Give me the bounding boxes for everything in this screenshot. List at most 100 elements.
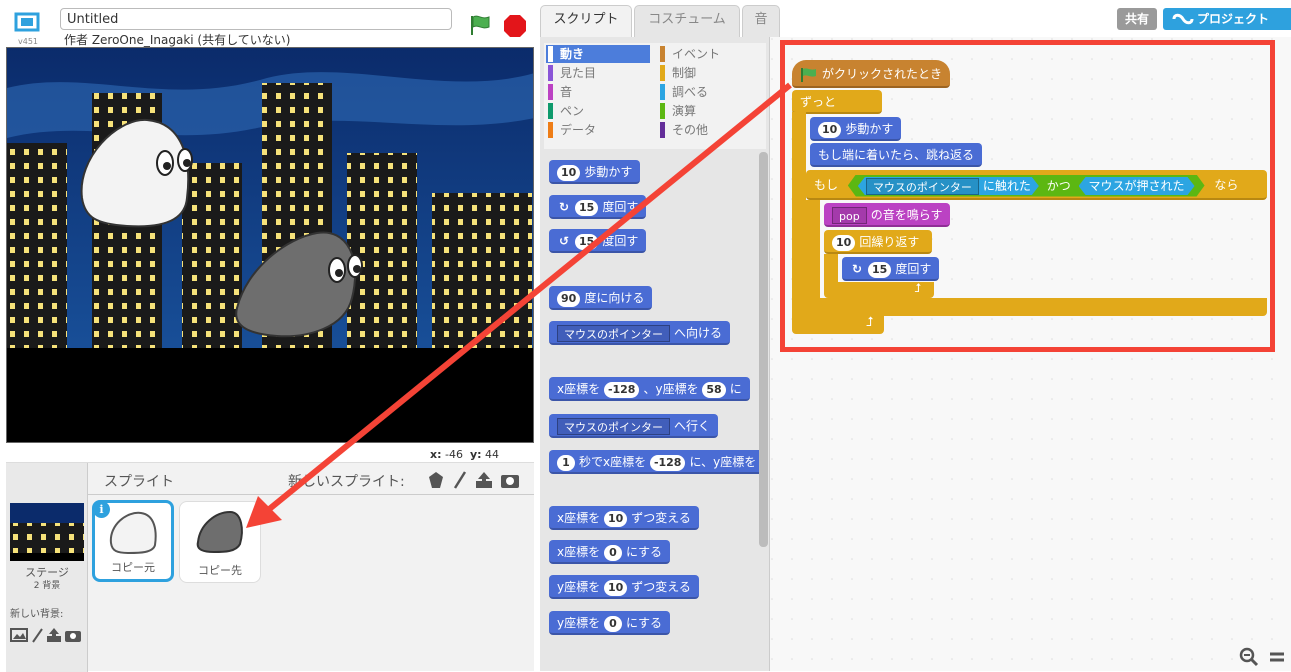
new-sprite-label: 新しいスプライト: bbox=[288, 474, 405, 490]
see-project-page-button[interactable]: プロジェクト bbox=[1163, 8, 1291, 30]
green-flag-icon[interactable] bbox=[468, 14, 492, 36]
backdrop-count: 2 背景 bbox=[33, 581, 61, 591]
x-label: x: bbox=[430, 448, 442, 461]
block-text: y座標を bbox=[557, 616, 601, 630]
share-button[interactable]: 共有 bbox=[1117, 8, 1157, 30]
stage[interactable] bbox=[6, 47, 534, 443]
category-more-blocks[interactable]: その他 bbox=[658, 121, 762, 139]
author-label: 作者 ZeroOne_Inagaki (共有していない) bbox=[64, 33, 291, 47]
block-text: に bbox=[729, 382, 742, 396]
tab-sounds[interactable]: 音 bbox=[742, 5, 780, 37]
remix-icon bbox=[1172, 13, 1194, 25]
rotate-left-icon: ↺ bbox=[558, 234, 570, 248]
category-data[interactable]: データ bbox=[546, 121, 650, 139]
tab-scripts[interactable]: スクリプト bbox=[540, 5, 632, 37]
block-text: x座標を bbox=[557, 511, 601, 525]
category-operators[interactable]: 演算 bbox=[658, 102, 762, 120]
category-motion[interactable]: 動き bbox=[546, 45, 650, 63]
sprite-thumbnail-copy-source[interactable]: i コピー元 bbox=[92, 500, 174, 582]
tab-costumes[interactable]: コスチューム bbox=[634, 5, 740, 37]
zoom-reset-icon[interactable] bbox=[1266, 646, 1288, 668]
category-swatch bbox=[548, 46, 553, 62]
category-label: 音 bbox=[560, 85, 573, 99]
x-input[interactable]: 0 bbox=[603, 544, 622, 561]
go-to-block[interactable]: マウスのポインター へ行く bbox=[549, 414, 719, 438]
block-text: 度に向ける bbox=[584, 291, 645, 305]
block-text: x座標を bbox=[557, 382, 601, 396]
stage-thumbnail[interactable] bbox=[10, 503, 84, 561]
turn-right-block[interactable]: ↻ 15 度回す bbox=[549, 195, 647, 219]
sprite-name: コピー先 bbox=[198, 564, 242, 577]
category-sound[interactable]: 音 bbox=[546, 83, 650, 101]
move-steps-block[interactable]: 10 歩動かす bbox=[549, 160, 641, 184]
y-input[interactable]: 58 bbox=[702, 381, 726, 398]
block-text: x座標を bbox=[557, 545, 601, 559]
choose-sprite-icon[interactable] bbox=[426, 470, 446, 490]
category-label: 見た目 bbox=[560, 66, 597, 80]
x-input[interactable]: -128 bbox=[649, 454, 686, 471]
set-x-block[interactable]: x座標を 0 にする bbox=[549, 540, 671, 564]
change-x-block[interactable]: x座標を 10 ずつ変える bbox=[549, 506, 699, 530]
city-night-backdrop bbox=[7, 48, 533, 442]
paint-sprite-icon[interactable] bbox=[450, 470, 470, 490]
turn-left-block[interactable]: ↺ 15 度回す bbox=[549, 229, 647, 253]
change-y-block[interactable]: y座標を 10 ずつ変える bbox=[549, 575, 699, 599]
category-swatch bbox=[660, 122, 665, 138]
block-text: 秒でx座標を bbox=[579, 455, 647, 469]
project-title-input[interactable] bbox=[60, 8, 452, 30]
category-looks[interactable]: 見た目 bbox=[546, 64, 650, 82]
brush-icon[interactable] bbox=[30, 627, 44, 643]
steps-input[interactable]: 10 bbox=[557, 164, 581, 181]
category-swatch bbox=[548, 65, 553, 81]
mouse-y-value: 44 bbox=[485, 448, 500, 461]
seconds-input[interactable]: 1 bbox=[557, 454, 575, 471]
mouse-x-value: -46 bbox=[445, 448, 463, 461]
block-text: ずつ変える bbox=[631, 511, 691, 525]
paint-backdrop-icon[interactable] bbox=[10, 627, 28, 643]
block-text: へ行く bbox=[674, 419, 711, 433]
glide-block[interactable]: 1 秒でx座標を -128 に、y座標を bbox=[549, 450, 765, 474]
zoom-out-icon[interactable] bbox=[1238, 646, 1260, 668]
set-y-block[interactable]: y座標を 0 にする bbox=[549, 611, 671, 635]
info-icon[interactable]: i bbox=[93, 501, 110, 518]
upload-backdrop-icon[interactable] bbox=[46, 627, 62, 643]
camera-sprite-icon[interactable] bbox=[500, 470, 520, 490]
sprite-pane: ステージ 2 背景 新しい背景: スプライト 新しいスプライト: i コピー元 … bbox=[6, 462, 534, 672]
go-to-xy-block[interactable]: x座標を -128 、y座標を 58 に bbox=[549, 377, 750, 401]
stop-icon[interactable] bbox=[503, 14, 527, 38]
mouse-coordinates: x: -46 y: 44 bbox=[430, 448, 499, 461]
target-dropdown[interactable]: マウスのポインター bbox=[557, 418, 670, 435]
y-label: y: bbox=[469, 448, 482, 461]
direction-input[interactable]: 90 bbox=[557, 290, 581, 307]
dx-input[interactable]: 10 bbox=[603, 510, 628, 527]
category-events[interactable]: イベント bbox=[658, 45, 762, 63]
block-text: にする bbox=[625, 545, 663, 559]
point-towards-block[interactable]: マウスのポインター へ向ける bbox=[549, 321, 731, 345]
fullscreen-icon[interactable] bbox=[10, 8, 44, 38]
upload-sprite-icon[interactable] bbox=[474, 470, 494, 490]
target-dropdown[interactable]: マウスのポインター bbox=[557, 325, 670, 342]
category-swatch bbox=[660, 84, 665, 100]
category-sensing[interactable]: 調べる bbox=[658, 83, 762, 101]
category-control[interactable]: 制御 bbox=[658, 64, 762, 82]
point-direction-block[interactable]: 90 度に向ける bbox=[549, 286, 653, 310]
block-text: 度回す bbox=[602, 200, 639, 214]
y-input[interactable]: 0 bbox=[603, 615, 622, 632]
camera-backdrop-icon[interactable] bbox=[64, 627, 82, 643]
degrees-input[interactable]: 15 bbox=[575, 199, 599, 216]
version-label: v451 bbox=[18, 37, 39, 46]
x-input[interactable]: -128 bbox=[603, 381, 640, 398]
ghost-gray-thumbnail bbox=[196, 510, 243, 554]
category-label: 調べる bbox=[672, 85, 709, 99]
category-swatch bbox=[660, 65, 665, 81]
sprite-thumbnail-copy-target[interactable]: コピー先 bbox=[179, 501, 261, 583]
category-pen[interactable]: ペン bbox=[546, 102, 650, 120]
block-text: 、y座標を bbox=[643, 382, 699, 396]
category-label: 演算 bbox=[672, 104, 697, 118]
ghost-white-thumbnail bbox=[109, 511, 157, 555]
degrees-input[interactable]: 15 bbox=[575, 233, 599, 250]
block-palette: 動き 見た目 音 ペン データ イベント 制御 調べる 演算 その他 10 歩動か… bbox=[540, 37, 770, 671]
palette-scrollbar[interactable] bbox=[759, 152, 768, 547]
block-text: 度回す bbox=[602, 234, 639, 248]
dy-input[interactable]: 10 bbox=[603, 579, 628, 596]
